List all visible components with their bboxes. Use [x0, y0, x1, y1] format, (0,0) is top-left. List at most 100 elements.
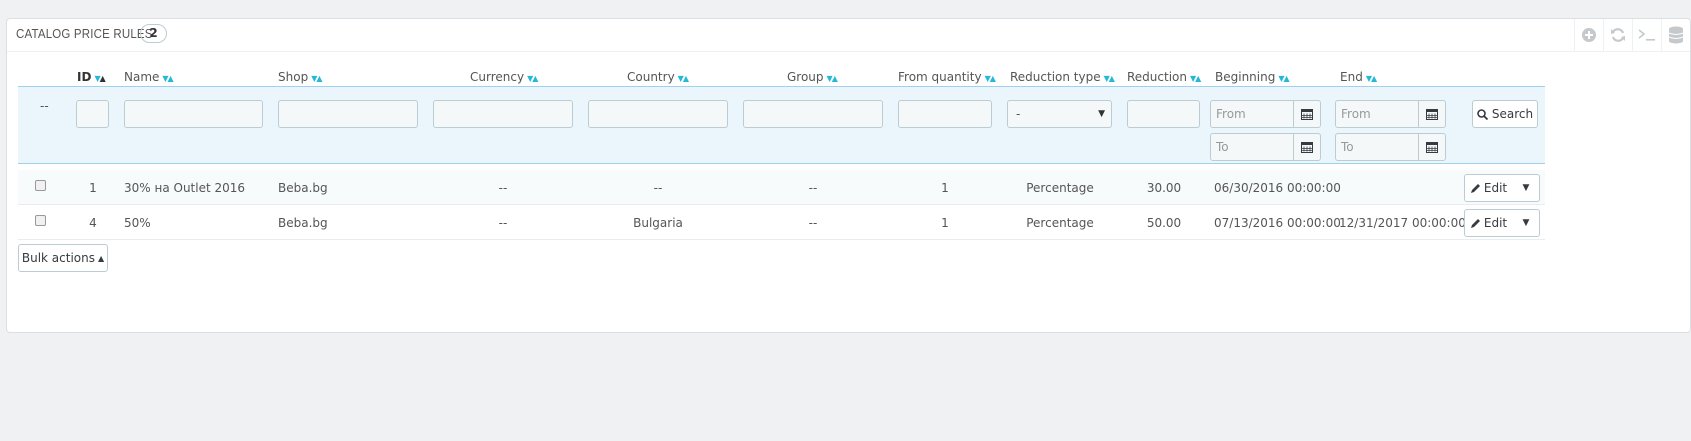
edit-label: Edit [1483, 216, 1508, 230]
beginning-to-input[interactable]: To [1210, 133, 1321, 161]
calendar-icon[interactable] [1293, 101, 1320, 127]
end-to-input[interactable]: To [1335, 133, 1446, 161]
export-icon[interactable] [1661, 19, 1690, 51]
rules-count-badge: 2 [140, 24, 167, 43]
cell-beginning: 06/30/2016 00:00:00 [1214, 181, 1341, 195]
sort-icon[interactable]: ▼▲ [1104, 74, 1115, 83]
column-header-currency[interactable]: Currency ▼▲ [470, 70, 538, 84]
panel-toolbar [1574, 19, 1690, 51]
cell-currency: -- [498, 216, 508, 230]
column-header-id[interactable]: ID ▼▲ [77, 70, 106, 84]
column-header-reduction-type[interactable]: Reduction type ▼▲ [1010, 70, 1115, 84]
column-header-from-quantity[interactable]: From quantity ▼▲ [898, 70, 996, 84]
chevron-down-icon[interactable]: ▼ [1513, 175, 1539, 201]
table-row[interactable]: 4 50% Beba.bg -- Bulgaria -- 1 Percentag… [18, 205, 1545, 240]
end-from-input[interactable]: From [1335, 100, 1446, 128]
beginning-to-placeholder: To [1216, 140, 1229, 154]
cell-group: -- [808, 216, 818, 230]
cell-name: 30% на Outlet 2016 [124, 181, 246, 195]
cell-group: -- [808, 181, 818, 195]
sql-query-icon[interactable] [1632, 19, 1661, 51]
cell-from-quantity: 1 [941, 216, 949, 230]
column-label: Reduction [1127, 70, 1187, 84]
end-from-placeholder: From [1341, 107, 1371, 121]
sort-icon[interactable]: ▼▲ [527, 74, 538, 83]
group-filter-input[interactable] [743, 100, 883, 128]
column-header-shop[interactable]: Shop ▼▲ [278, 70, 323, 84]
edit-button-group: Edit ▼ [1464, 209, 1540, 237]
search-button[interactable]: Search [1472, 100, 1538, 128]
column-header-beginning[interactable]: Beginning ▼▲ [1215, 70, 1290, 84]
add-icon[interactable] [1574, 19, 1603, 51]
column-label: End [1340, 70, 1363, 84]
column-header-reduction[interactable]: Reduction ▼▲ [1127, 70, 1201, 84]
sort-icon[interactable]: ▼▲ [985, 74, 996, 83]
sort-icon[interactable]: ▼▲ [1190, 74, 1201, 83]
cell-shop: Beba.bg [278, 181, 328, 195]
cell-reduction-type: Percentage [1026, 181, 1094, 195]
calendar-icon[interactable] [1418, 101, 1445, 127]
refresh-icon[interactable] [1603, 19, 1632, 51]
calendar-icon[interactable] [1418, 134, 1445, 160]
calendar-icon[interactable] [1293, 134, 1320, 160]
cell-end: 12/31/2017 00:00:00 [1339, 216, 1466, 230]
column-label: Reduction type [1010, 70, 1101, 84]
column-header-country[interactable]: Country ▼▲ [627, 70, 689, 84]
edit-button[interactable]: Edit [1465, 175, 1513, 201]
cell-reduction: 50.00 [1146, 216, 1182, 230]
chevron-down-icon[interactable]: ▼ [1513, 210, 1539, 236]
sort-icon[interactable]: ▼▲ [1366, 74, 1377, 83]
cell-reduction: 30.00 [1146, 181, 1182, 195]
cell-name: 50% [124, 216, 151, 230]
bulk-actions-button[interactable]: Bulk actions ▲ [18, 244, 108, 272]
row-checkbox[interactable] [35, 180, 46, 191]
filter-checkbox-placeholder: -- [40, 99, 49, 113]
cell-id: 4 [89, 216, 97, 230]
column-header-end[interactable]: End ▼▲ [1340, 70, 1377, 84]
shop-filter-input[interactable] [278, 100, 418, 128]
edit-button[interactable]: Edit [1465, 210, 1513, 236]
end-to-placeholder: To [1341, 140, 1354, 154]
cell-from-quantity: 1 [941, 181, 949, 195]
table-row[interactable]: 1 30% на Outlet 2016 Beba.bg -- -- -- 1 … [18, 170, 1545, 205]
reduction-filter-input[interactable] [1127, 100, 1200, 128]
column-header-name[interactable]: Name ▼▲ [124, 70, 174, 84]
panel-heading: CATALOG PRICE RULES 2 [7, 19, 1690, 52]
bulk-actions-label: Bulk actions [21, 251, 95, 265]
cell-id: 1 [89, 181, 97, 195]
sort-icon[interactable]: ▼▲ [827, 74, 838, 83]
column-label: Currency [470, 70, 525, 84]
sort-icon[interactable]: ▼▲ [162, 74, 173, 83]
cell-country: Bulgaria [633, 216, 683, 230]
column-label: Group [787, 70, 824, 84]
cell-reduction-type: Percentage [1026, 216, 1094, 230]
chevron-down-icon: ▼ [1098, 109, 1105, 119]
column-header-group[interactable]: Group ▼▲ [787, 70, 838, 84]
caret-up-icon: ▲ [97, 253, 105, 263]
cell-currency: -- [498, 181, 508, 195]
row-checkbox[interactable] [35, 215, 46, 226]
currency-filter-input[interactable] [433, 100, 573, 128]
sort-icon[interactable]: ▼▲ [678, 74, 689, 83]
column-label: Country [627, 70, 675, 84]
panel-title: CATALOG PRICE RULES [16, 27, 153, 41]
sort-icon[interactable]: ▼▲ [1278, 74, 1289, 83]
pencil-icon [1470, 184, 1480, 193]
country-filter-input[interactable] [588, 100, 728, 128]
id-filter-input[interactable] [76, 100, 109, 128]
beginning-from-input[interactable]: From [1210, 100, 1321, 128]
column-label: Shop [278, 70, 309, 84]
search-icon [1477, 108, 1488, 120]
reduction-type-filter-select[interactable]: - ▼ [1007, 100, 1112, 128]
column-label: From quantity [898, 70, 982, 84]
cell-shop: Beba.bg [278, 216, 328, 230]
column-label: ID [77, 70, 92, 84]
from-quantity-filter-input[interactable] [898, 100, 992, 128]
sort-icon[interactable]: ▼▲ [311, 74, 322, 83]
edit-button-group: Edit ▼ [1464, 174, 1540, 202]
name-filter-input[interactable] [124, 100, 263, 128]
beginning-from-placeholder: From [1216, 107, 1246, 121]
column-label: Name [124, 70, 160, 84]
sort-icon[interactable]: ▼▲ [94, 74, 105, 83]
pencil-icon [1470, 219, 1480, 228]
